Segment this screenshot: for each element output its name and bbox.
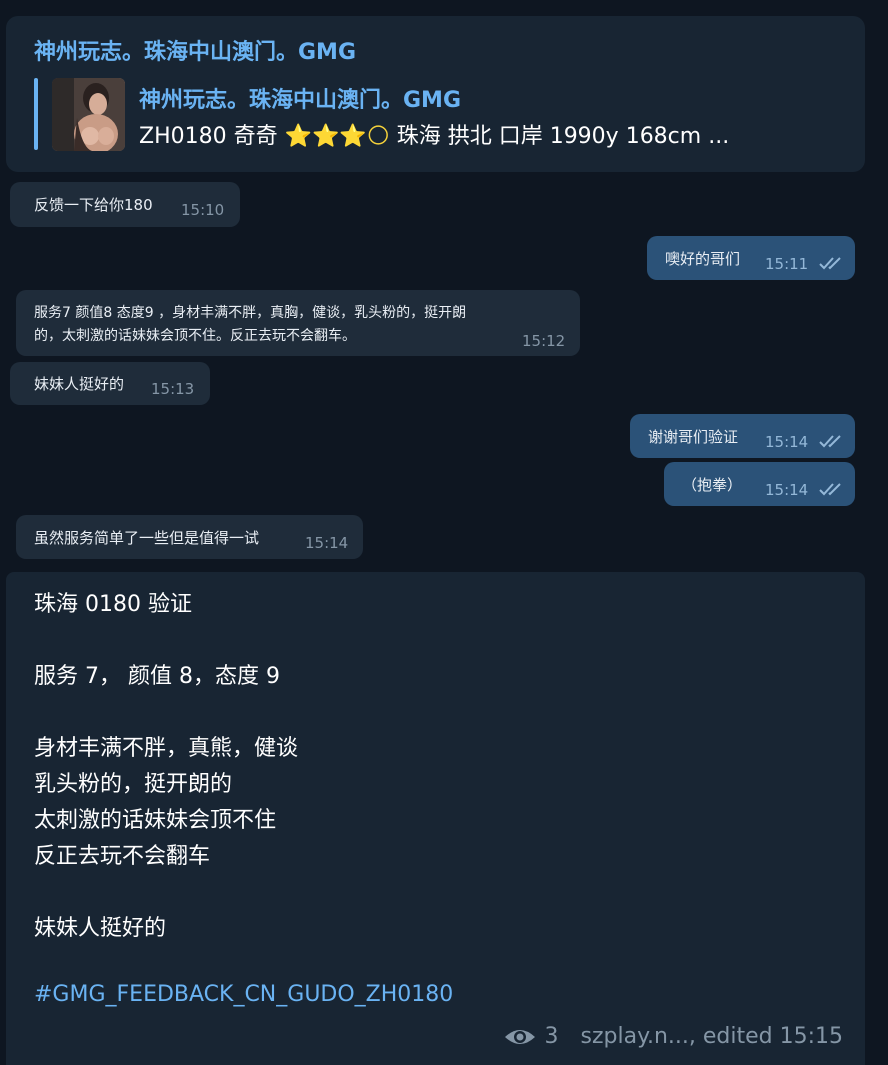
message-time: 15:12: [522, 332, 566, 350]
message-text-line-1: 服务7 颜值8 态度9 ，身材丰满不胖，真胸，健谈，乳头粉的，挺开朗: [34, 305, 467, 321]
message-incoming[interactable]: 妹妹人挺好的 15:13: [10, 362, 210, 405]
message-text: （抱拳）: [682, 476, 743, 494]
channel-post[interactable]: 珠海 0180 验证 服务 7， 颜值 8，态度 9 身材丰满不胖，真熊，健谈 …: [6, 572, 865, 1065]
post-line: 乳头粉的，挺开朗的: [34, 772, 233, 797]
stars-icon: ⭐⭐⭐: [284, 124, 367, 149]
message-text: 反馈一下给你180: [34, 196, 153, 214]
message-time: 15:14: [765, 481, 809, 499]
message-outgoing[interactable]: 噢好的哥们 15:11: [647, 236, 855, 280]
moon-icon: 🌕: [366, 124, 390, 149]
message-time: 15:10: [181, 201, 225, 219]
reply-thumbnail[interactable]: [52, 78, 125, 151]
message-time: 15:11: [765, 255, 809, 273]
post-title: 珠海 0180 验证: [34, 592, 192, 617]
message-text: 噢好的哥们: [665, 250, 741, 268]
message-time: 15:14: [305, 534, 349, 552]
hashtag-link[interactable]: #GMG_FEEDBACK_CN_GUDO_ZH0180: [34, 982, 453, 1007]
reply-accent-bar: [34, 78, 38, 150]
post-line: 身材丰满不胖，真熊，健谈: [34, 736, 299, 761]
double-check-icon: [819, 483, 841, 496]
message-time: 15:14: [765, 433, 809, 451]
reply-text-prefix: ZH0180 奇奇: [139, 124, 285, 149]
message-outgoing[interactable]: 谢谢哥们验证 15:14: [630, 414, 855, 458]
reply-sender-name[interactable]: 神州玩志。珠海中山澳门。GMG: [139, 82, 461, 114]
post-line: 太刺激的话妹妹会顶不住: [34, 808, 277, 833]
channel-title[interactable]: 神州玩志。珠海中山澳门。GMG: [34, 34, 356, 66]
view-count: 3: [544, 1024, 559, 1049]
post-meta: szplay.n..., edited 15:15: [580, 1024, 844, 1049]
double-check-icon: [819, 435, 841, 448]
photo-thumbnail-image: [52, 78, 125, 151]
message-text: 虽然服务简单了一些但是值得一试: [34, 529, 260, 547]
eye-icon: [504, 1029, 535, 1044]
message-incoming[interactable]: 虽然服务简单了一些但是值得一试 15:14: [16, 515, 363, 559]
message-incoming[interactable]: 服务7 颜值8 态度9 ，身材丰满不胖，真胸，健谈，乳头粉的，挺开朗 的，太刺激…: [16, 290, 580, 356]
post-line: 反正去玩不会翻车: [34, 844, 211, 869]
post-scores: 服务 7， 颜值 8，态度 9: [34, 664, 280, 689]
message-outgoing[interactable]: （抱拳） 15:14: [664, 462, 855, 506]
reply-preview-text[interactable]: ZH0180 奇奇 ⭐⭐⭐🌕 珠海 拱北 口岸 1990y 168cm ...: [139, 118, 847, 150]
message-time: 15:13: [151, 380, 195, 398]
double-check-icon: [819, 257, 841, 270]
message-text-line-2: 的，太刺激的话妹妹会顶不住。反正去玩不会翻车。: [34, 328, 356, 344]
forwarded-header-card[interactable]: 神州玩志。珠海中山澳门。GMG 神州玩志。珠海中山澳门。GMG ZH0180 奇…: [6, 16, 865, 172]
reply-text-suffix: 珠海 拱北 口岸 1990y 168cm ...: [389, 124, 730, 149]
post-footer: 3 szplay.n..., edited 15:15: [503, 1024, 844, 1049]
message-text: 谢谢哥们验证: [648, 428, 739, 446]
message-text: 妹妹人挺好的: [34, 375, 125, 393]
message-incoming[interactable]: 反馈一下给你180 15:10: [10, 182, 240, 227]
post-line: 妹妹人挺好的: [34, 916, 167, 941]
